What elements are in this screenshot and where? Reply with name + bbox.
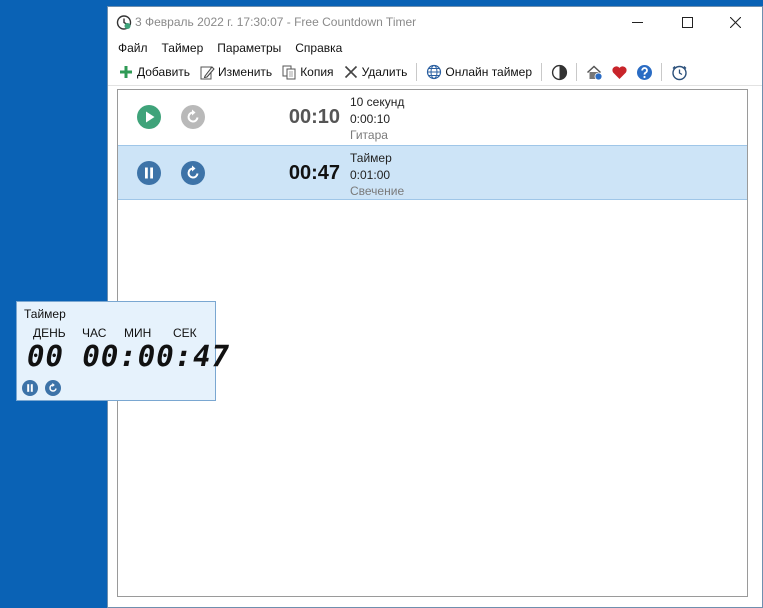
online-timer-button[interactable]: Онлайн таймер [426,64,532,80]
close-button[interactable] [712,7,758,38]
pause-icon[interactable] [137,161,161,185]
reset-icon-disabled[interactable] [181,105,205,129]
copy-icon [282,65,296,80]
help-button[interactable] [636,64,653,81]
copy-label: Копия [300,65,334,79]
add-label: Добавить [137,65,191,79]
delete-label: Удалить [361,65,408,79]
reset-icon[interactable] [181,161,205,185]
label-days: ДЕНЬ [33,326,66,340]
globe-icon [427,64,442,80]
timer-sound: Свечение [350,184,405,198]
close-icon [729,17,741,28]
toolbar: Добавить Изменить Копия Удалить Онлайн т… [108,59,762,86]
help-question-icon [637,64,653,80]
maximize-icon [681,17,693,28]
plus-icon [120,66,132,78]
add-button[interactable]: Добавить [118,64,190,80]
label-hours: ЧАС [82,326,107,340]
timer-remaining: 00:47 [288,162,340,184]
delete-button[interactable]: Удалить [343,64,408,80]
label-seconds: СЕК [173,326,197,340]
clock-button[interactable] [671,64,688,81]
toolbar-separator [416,63,418,81]
homepage-button[interactable] [586,64,603,81]
toolbar-separator [661,63,663,81]
timer-row-selected[interactable]: 00:47 Таймер 0:01:00 Свечение [118,145,747,200]
maximize-button[interactable] [664,7,710,38]
timer-duration: 0:00:10 [350,111,391,126]
widget-title: Таймер [24,307,66,321]
copy-button[interactable]: Копия [281,64,334,80]
menu-timer[interactable]: Таймер [162,41,204,55]
heart-icon [612,65,627,79]
alarm-clock-icon [672,65,687,80]
timer-info: Таймер 0:01:00 Свечение [350,150,404,200]
online-timer-label: Онлайн таймер [445,65,533,79]
menu-help[interactable]: Справка [295,41,342,55]
title-bar[interactable]: 3 Февраль 2022 г. 17:30:07 - Free Countd… [108,7,762,38]
menu-file[interactable]: Файл [118,41,148,55]
theme-toggle-button[interactable] [551,64,568,81]
timer-row[interactable]: 00:10 10 секунд 0:00:10 Гитара [118,90,747,145]
menu-bar: Файл Таймер Параметры Справка [108,38,762,58]
minimize-button[interactable] [614,7,660,38]
donate-button[interactable] [611,64,628,81]
timer-remaining: 00:10 [288,106,340,128]
timer-sound: Гитара [350,128,388,142]
minimize-icon [631,22,643,23]
widget-reset-icon[interactable] [45,380,61,396]
home-icon [587,64,603,80]
play-icon[interactable] [137,105,161,129]
menu-settings[interactable]: Параметры [217,41,281,55]
edit-icon [200,66,215,80]
contrast-icon [551,64,568,80]
widget-pause-icon[interactable] [22,380,38,396]
timer-name: 10 секунд [350,95,405,109]
timer-duration: 0:01:00 [350,167,391,182]
widget-countdown-display: 00 00:00:47 [27,339,231,373]
app-clock-icon [116,15,132,30]
timer-name: Таймер [350,151,392,165]
delete-x-icon [344,65,357,79]
timer-info: 10 секунд 0:00:10 Гитара [350,94,404,144]
toolbar-separator [576,63,578,81]
window-title: 3 Февраль 2022 г. 17:30:07 - Free Countd… [135,15,417,29]
edit-button[interactable]: Изменить [199,64,272,80]
edit-label: Изменить [218,65,273,79]
toolbar-separator [541,63,543,81]
mini-timer-widget[interactable]: Таймер ДЕНЬ ЧАС МИН СЕК 00 00:00:47 [16,301,229,401]
label-minutes: МИН [124,326,152,340]
